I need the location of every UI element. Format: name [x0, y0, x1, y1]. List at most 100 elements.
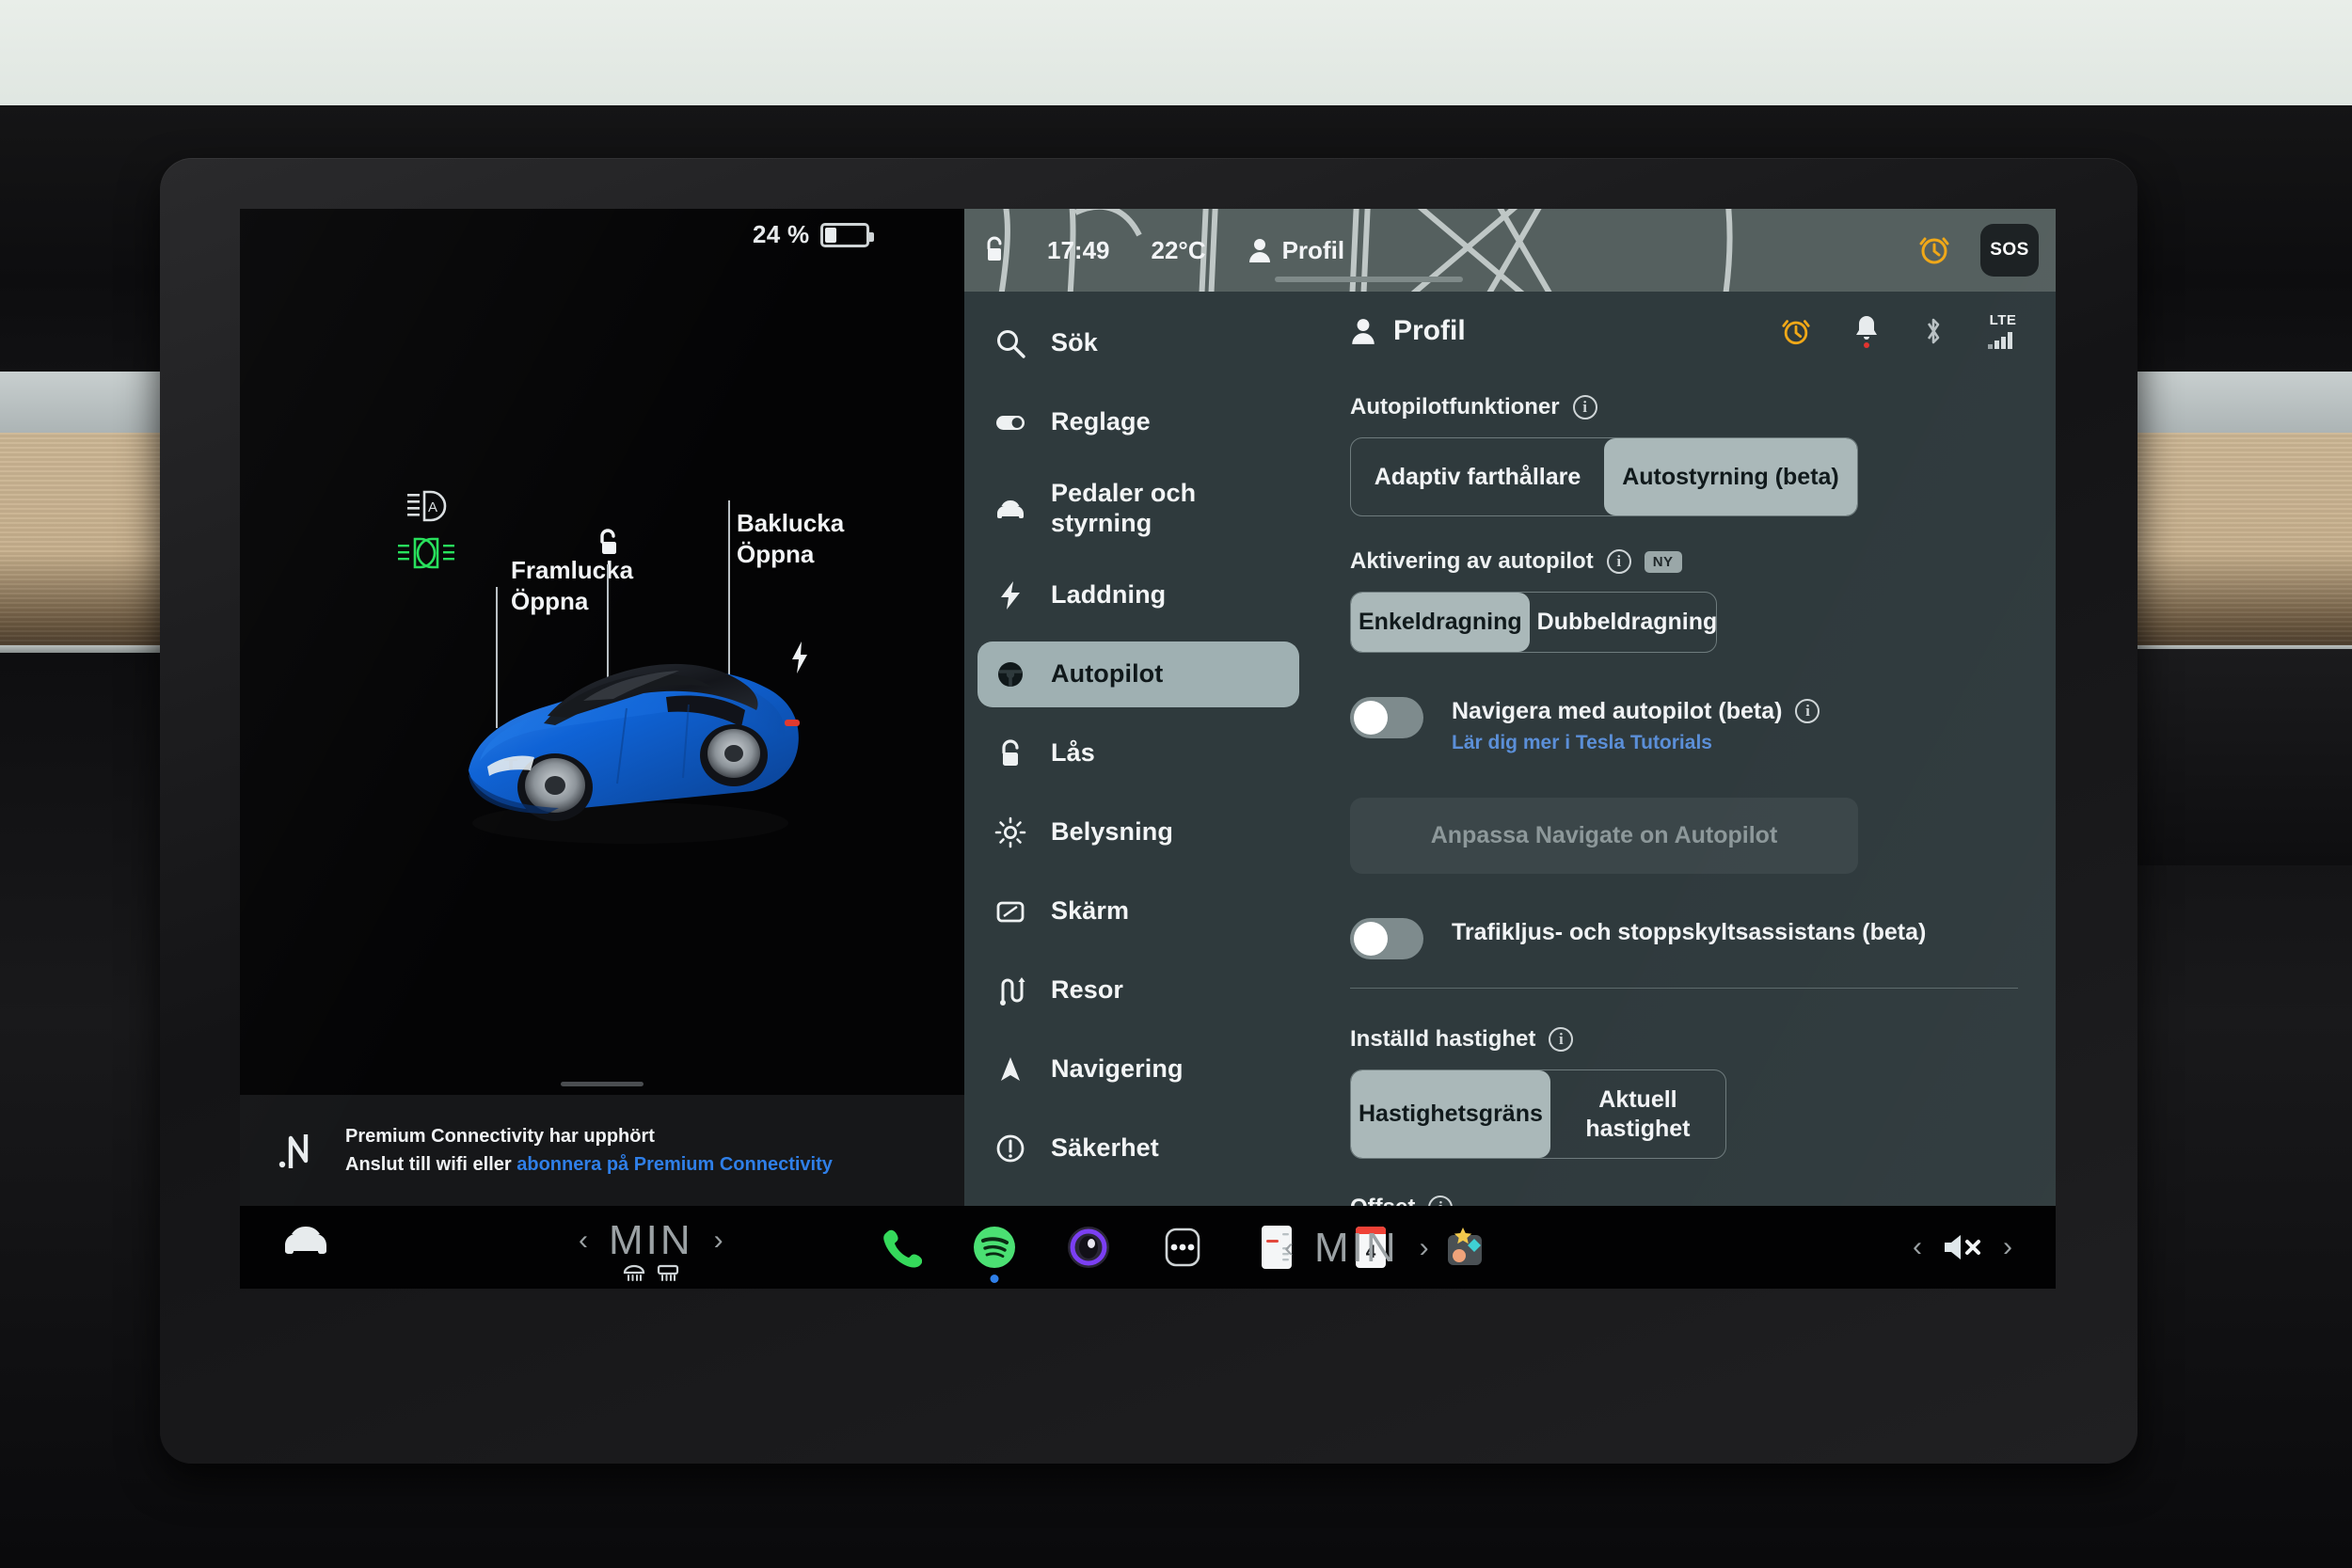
rear-trunk-callout[interactable]: Baklucka Öppna — [737, 508, 844, 571]
sidebar-item-belysning[interactable]: Belysning — [977, 800, 1299, 865]
settings-content-pane[interactable]: Profil LTE Autopilotfunktioner i Adaptiv… — [1312, 292, 2056, 1289]
alarm-clock-icon[interactable] — [1781, 316, 1811, 346]
info-icon[interactable]: i — [1606, 549, 1631, 574]
sidebar-item-label: Resor — [1051, 975, 1124, 1005]
segment-adaptive-cruise[interactable]: Adaptiv farthållare — [1351, 438, 1604, 515]
spotify-app-icon[interactable] — [970, 1223, 1019, 1283]
sidebar-item-navigering[interactable]: Navigering — [977, 1037, 1299, 1102]
settings-sidebar[interactable]: Sök Reglage Pedaler och styrning Laddning Au… — [964, 292, 1312, 1289]
traffic-light-assist-row[interactable]: Trafikljus- och stoppskyltsassistans (be… — [1350, 915, 2018, 959]
climate-right-control[interactable]: ‹ MIN › — [1284, 1225, 1429, 1272]
climate-right-next[interactable]: › — [1420, 1234, 1429, 1262]
bluetooth-icon[interactable] — [1922, 316, 1945, 346]
unlock-icon[interactable] — [594, 527, 622, 559]
clock[interactable]: 17:49 — [1047, 236, 1110, 265]
rear-defrost-icon[interactable] — [656, 1264, 680, 1283]
volume-prev[interactable]: ‹ — [1913, 1233, 1922, 1261]
climate-left-prev[interactable]: ‹ — [579, 1227, 588, 1255]
car-icon — [994, 493, 1026, 525]
sidebar-item-label: Lås — [1051, 738, 1095, 768]
no-signal-icon — [278, 1134, 309, 1168]
bell-icon[interactable] — [1854, 314, 1879, 348]
premium-connectivity-notification[interactable]: Premium Connectivity har upphört Anslut … — [240, 1095, 964, 1206]
sidebar-item-sk-rm[interactable]: Skärm — [977, 879, 1299, 944]
navigation-arrow-icon — [994, 1053, 1026, 1085]
rear-trunk-action[interactable]: Öppna — [737, 539, 844, 570]
notification-line1: Premium Connectivity har upphört — [345, 1126, 655, 1147]
phone-app-icon[interactable] — [876, 1223, 925, 1272]
sidebar-item-resor[interactable]: Resor — [977, 958, 1299, 1023]
sidebar-item-label: Laddning — [1051, 580, 1167, 610]
front-defrost-icon[interactable] — [622, 1264, 646, 1283]
tesla-touchscreen[interactable]: 24 % A Framlucka Öppna Baklucka Öppna Pr… — [240, 209, 2056, 1289]
segment-single-pull[interactable]: Enkeldragning — [1351, 593, 1530, 652]
warning-circle-icon — [994, 1132, 1026, 1164]
set-speed-segmented[interactable]: Hastighetsgräns Aktuell hastighet — [1350, 1069, 1726, 1159]
sidebar-item-autopilot[interactable]: Autopilot — [977, 641, 1299, 707]
new-badge: NY — [1644, 550, 1682, 573]
content-profile[interactable]: Profil — [1350, 315, 1466, 347]
camera-app-icon[interactable] — [1064, 1223, 1113, 1272]
profile-button[interactable]: Profil — [1248, 236, 1344, 265]
climate-right-value[interactable]: MIN — [1314, 1225, 1399, 1272]
navigate-on-autopilot-row[interactable]: Navigera med autopilot (beta) i Lär dig … — [1350, 694, 2018, 754]
sidebar-item-reglage[interactable]: Reglage — [977, 389, 1299, 455]
autopilot-features-segmented[interactable]: Adaptiv farthållare Autostyrning (beta) — [1350, 437, 1858, 516]
screen-icon — [994, 895, 1026, 927]
autopilot-engage-segmented[interactable]: Enkeldragning Dubbeldragning — [1350, 592, 1717, 653]
info-icon[interactable]: i — [1572, 395, 1597, 420]
sidebar-item-s-kerhet[interactable]: Säkerhet — [977, 1116, 1299, 1181]
tesla-tutorials-link[interactable]: Lär dig mer i Tesla Tutorials — [1452, 732, 1820, 754]
sidebar-item-s-k[interactable]: Sök — [977, 310, 1299, 376]
climate-right-prev[interactable]: ‹ — [1284, 1234, 1294, 1262]
auto-headlight-icon: A — [407, 490, 447, 522]
navigate-on-autopilot-toggle[interactable] — [1350, 696, 1423, 738]
settings-overlay[interactable]: 17:49 22°C Profil SOS Sök Reglage Pedale… — [964, 209, 2056, 1289]
sos-button[interactable]: SOS — [1980, 224, 2039, 277]
segment-autosteer[interactable]: Autostyrning (beta) — [1604, 438, 1857, 515]
toybox-app-icon[interactable] — [1440, 1223, 1489, 1272]
vehicle-3d-render[interactable] — [442, 599, 818, 853]
vehicle-visualization-panel[interactable]: 24 % A Framlucka Öppna Baklucka Öppna Pr… — [240, 209, 964, 1289]
car-icon[interactable] — [279, 1221, 332, 1259]
climate-left-value[interactable]: MIN — [609, 1217, 693, 1264]
volume-muted-icon[interactable] — [1941, 1231, 1984, 1263]
info-icon[interactable]: i — [1795, 699, 1820, 723]
lock-status[interactable] — [983, 236, 1006, 264]
segment-current-speed[interactable]: Aktuell hastighet — [1550, 1070, 1725, 1158]
panel-drag-handle[interactable] — [561, 1082, 644, 1086]
bottom-taskbar[interactable]: ‹ MIN › 4 ‹ MIN › ‹ › — [240, 1206, 2056, 1289]
sidebar-item-label: Pedaler och styrning — [1051, 479, 1197, 537]
volume-next[interactable]: › — [2003, 1233, 2012, 1261]
info-icon[interactable]: i — [1549, 1027, 1574, 1052]
lock-icon — [994, 737, 1026, 769]
navigate-on-autopilot-title-row: Navigera med autopilot (beta) i — [1452, 698, 1820, 725]
climate-left-control[interactable]: ‹ MIN › — [579, 1217, 723, 1283]
lock-icon — [987, 236, 1002, 261]
person-icon — [1352, 318, 1375, 344]
alarm-clock-icon[interactable] — [1918, 233, 1950, 265]
autopilot-features-title: Autopilotfunktioner — [1350, 394, 1560, 420]
low-beam-icon — [398, 537, 454, 569]
outside-temperature[interactable]: 22°C — [1152, 236, 1206, 265]
climate-left-next[interactable]: › — [714, 1227, 723, 1255]
defrost-controls[interactable] — [622, 1264, 680, 1283]
svg-text:A: A — [428, 499, 437, 515]
notification-line2: Anslut till wifi eller abonnera på Premi… — [345, 1150, 833, 1179]
autopilot-engage-title: Aktivering av autopilot — [1350, 548, 1594, 574]
sidebar-item-laddning[interactable]: Laddning — [977, 562, 1299, 628]
segment-double-pull[interactable]: Dubbeldragning — [1530, 593, 1716, 652]
top-status-bar: 17:49 22°C Profil SOS — [964, 209, 2056, 292]
more-apps-icon[interactable] — [1158, 1223, 1207, 1272]
clock-label: 17:49 — [1047, 235, 1110, 264]
subscribe-link[interactable]: abonnera på Premium Connectivity — [516, 1154, 833, 1175]
navigate-on-autopilot-texts: Navigera med autopilot (beta) i Lär dig … — [1452, 694, 1820, 754]
sidebar-item-l-s[interactable]: Lås — [977, 721, 1299, 786]
lte-signal-icon[interactable]: LTE — [1988, 312, 2018, 349]
customize-navigate-on-autopilot-button[interactable]: Anpassa Navigate on Autopilot — [1350, 797, 1858, 874]
sidebar-item-pedaler-och-styrning[interactable]: Pedaler och styrning — [977, 468, 1299, 549]
volume-control[interactable]: ‹ › — [1913, 1206, 2012, 1289]
route-icon — [994, 974, 1026, 1006]
traffic-light-assist-toggle[interactable] — [1350, 917, 1423, 959]
segment-speed-limit[interactable]: Hastighetsgräns — [1351, 1070, 1550, 1158]
